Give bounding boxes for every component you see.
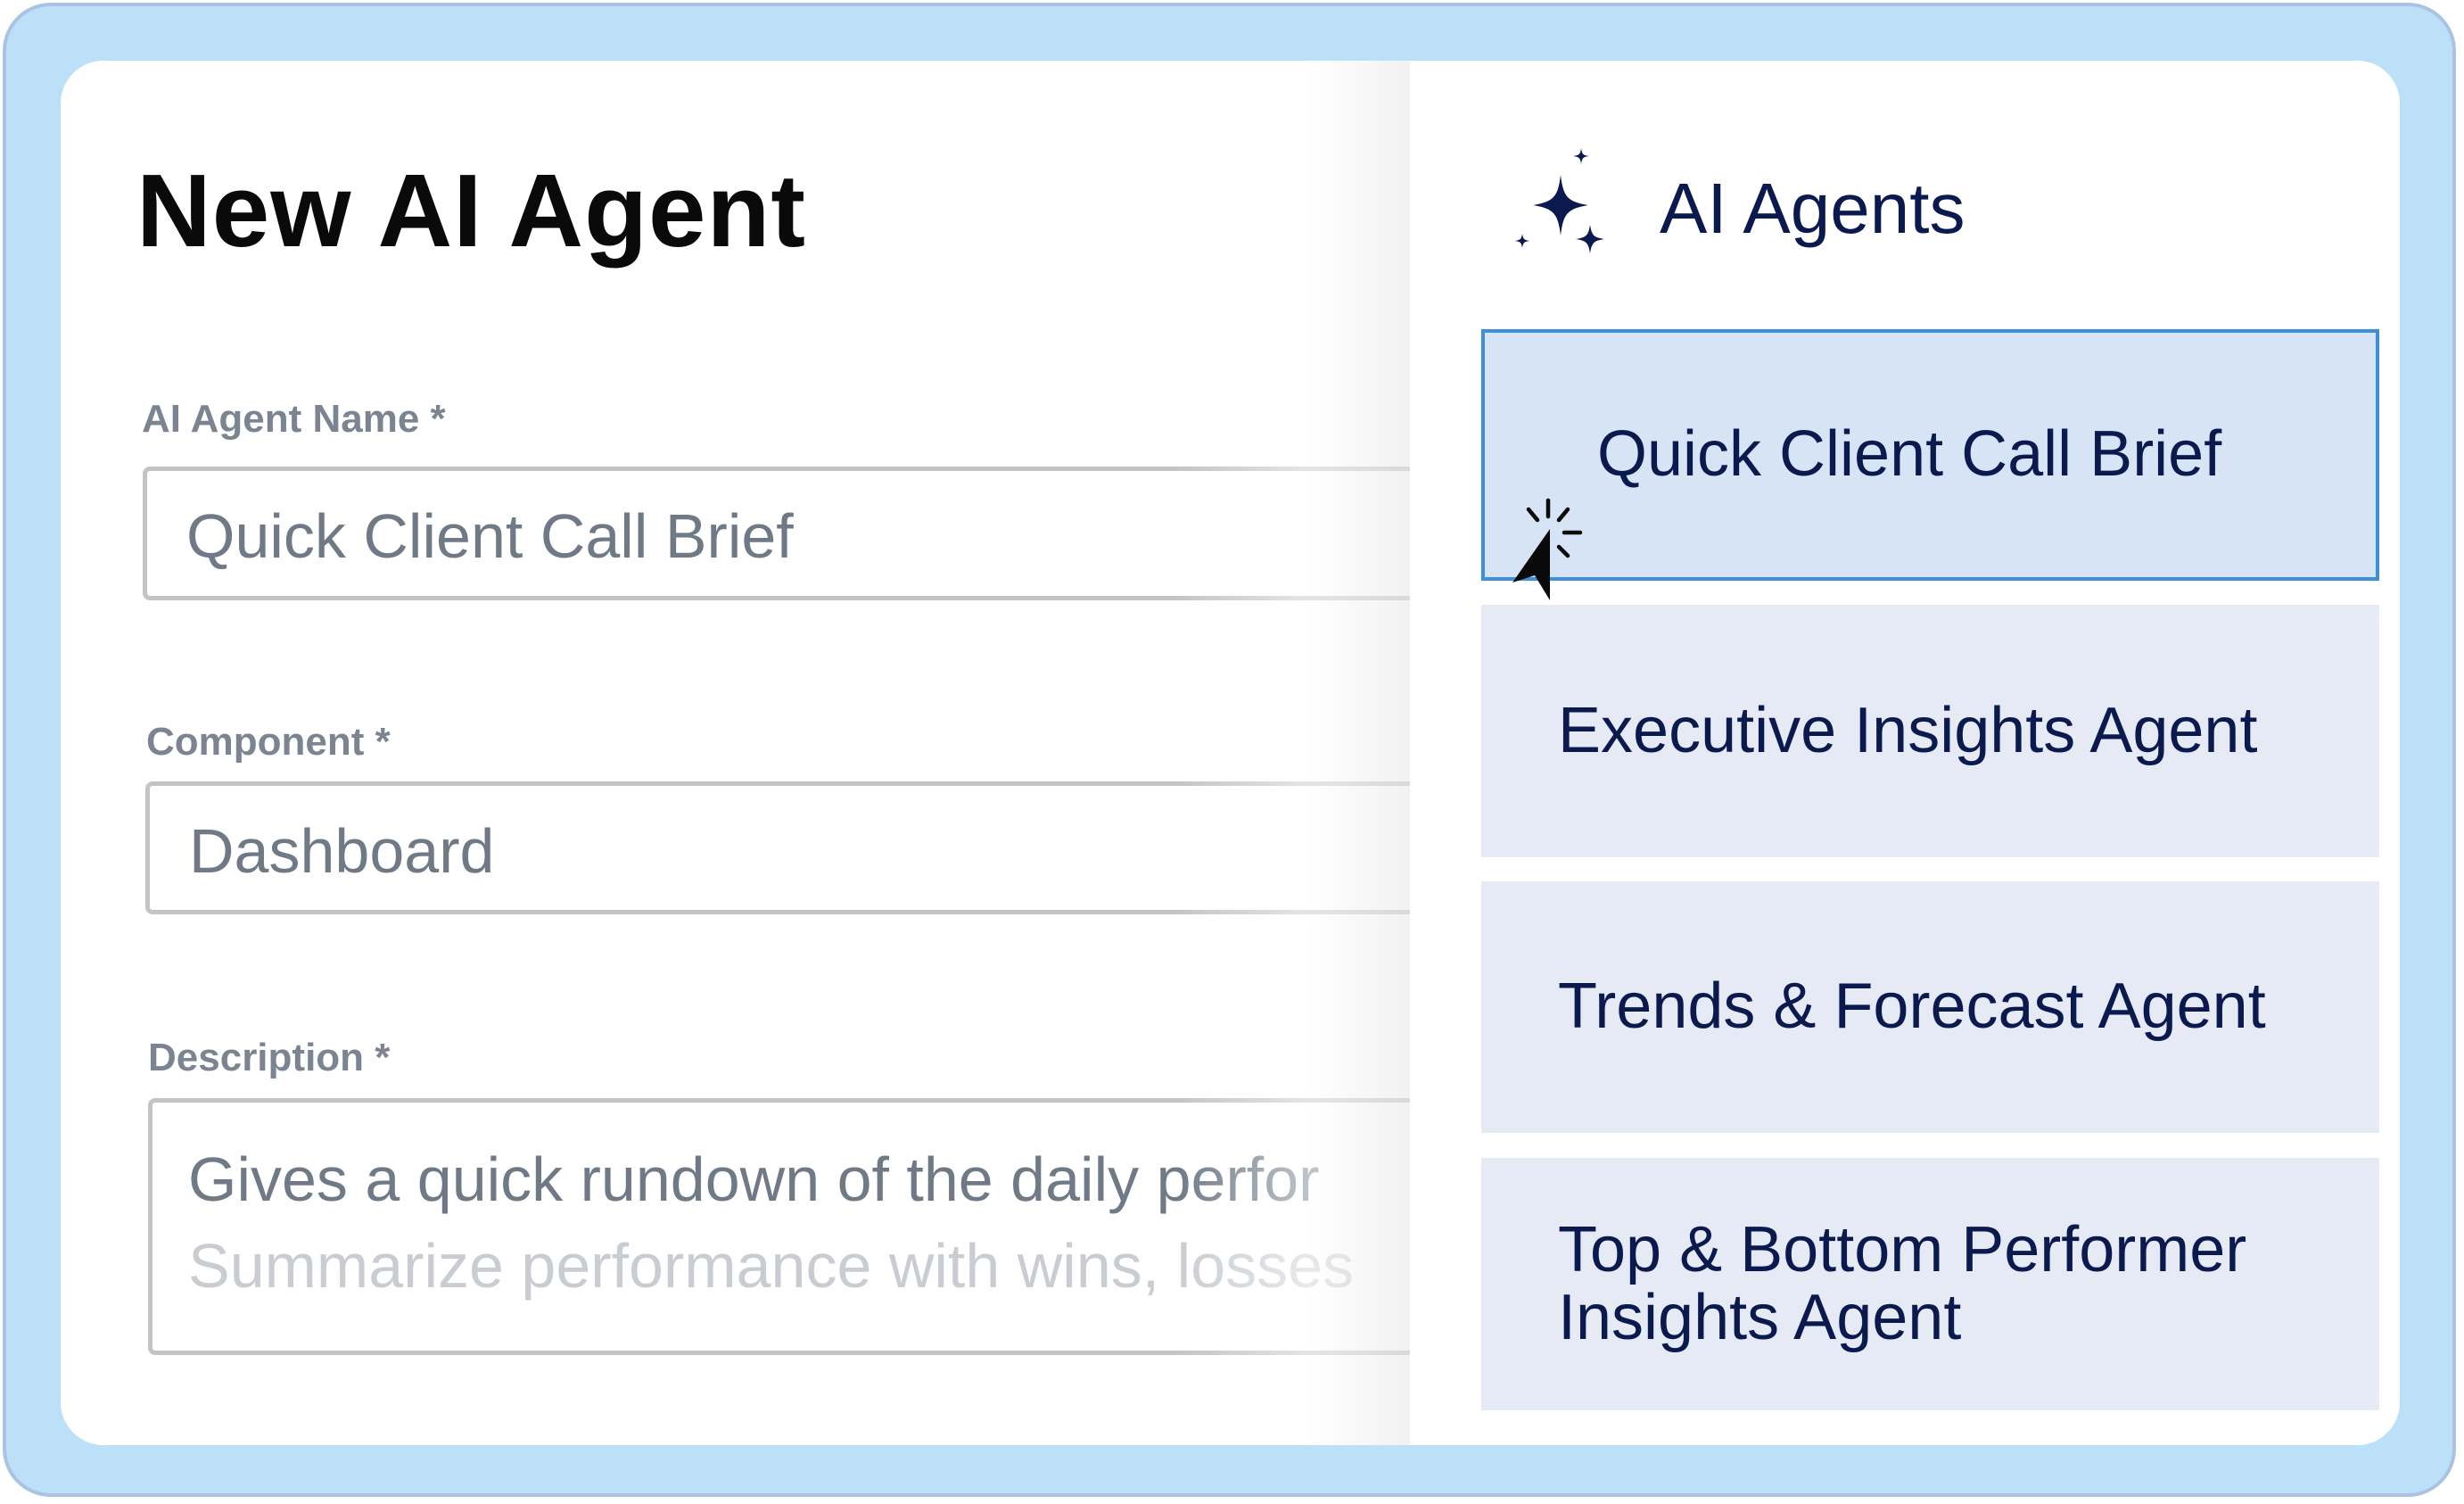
agent-item-label: Quick Client Call Brief (1597, 418, 2222, 491)
description-value: Gives a quick rundown of the daily perfo… (188, 1145, 1320, 1214)
agent-item-label: Executive Insights Agent (1558, 694, 2258, 766)
agent-name-field[interactable]: Quick Client Call Brief (143, 467, 1445, 600)
component-field[interactable]: Dashboard (145, 781, 1447, 914)
component-value: Dashboard (189, 816, 495, 886)
description-placeholder: Summarize performance with wins, losses (188, 1231, 1355, 1301)
agent-name-value: Quick Client Call Brief (186, 501, 794, 571)
main-card: New AI Agent AI Agent Name * Quick Clien… (61, 61, 2400, 1445)
agent-item-label: Top & Bottom Performer Insights Agent (1558, 1213, 2247, 1353)
agent-item-executive-insights[interactable]: Executive Insights Agent (1481, 605, 2379, 857)
agent-name-label: AI Agent Name * (142, 397, 446, 441)
sparkles-icon (1515, 148, 1604, 253)
component-label: Component * (146, 720, 391, 764)
agent-item-label: Trends & Forecast Agent (1558, 971, 2266, 1043)
description-field[interactable]: Gives a quick rundown of the daily perfo… (148, 1098, 1450, 1355)
agent-item-quick-client-call-brief[interactable]: Quick Client Call Brief (1481, 329, 2379, 581)
page-title: New AI Agent (136, 153, 806, 269)
description-label: Description * (148, 1036, 391, 1079)
panel-title: AI Agents (1660, 169, 1965, 248)
agent-item-trends-forecast[interactable]: Trends & Forecast Agent (1481, 881, 2379, 1133)
agent-item-top-bottom-performer[interactable]: Top & Bottom Performer Insights Agent (1481, 1158, 2379, 1410)
